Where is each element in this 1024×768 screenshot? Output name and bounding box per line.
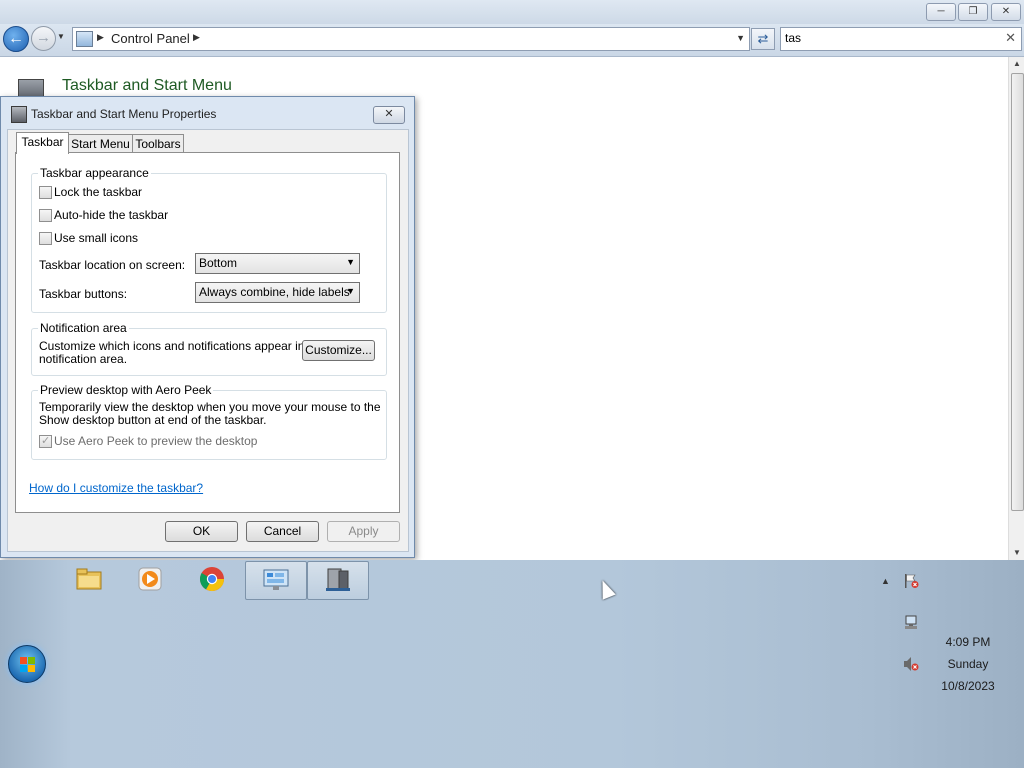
clear-search-icon[interactable]: ✕	[1005, 30, 1016, 46]
search-input[interactable]	[785, 29, 995, 47]
windows-logo-icon	[20, 665, 27, 672]
checkbox-box[interactable]	[39, 209, 52, 222]
aero-peek-description: Temporarily view the desktop when you mo…	[39, 401, 381, 427]
cancel-button[interactable]: Cancel	[246, 521, 319, 542]
apply-button[interactable]: Apply	[327, 521, 400, 542]
chrome-icon	[199, 567, 224, 592]
forward-button[interactable]: →	[31, 26, 56, 51]
checkbox-label[interactable]: Auto-hide the taskbar	[54, 208, 168, 222]
checkbox-label[interactable]: Lock the taskbar	[54, 185, 142, 199]
ok-button[interactable]: OK	[165, 521, 238, 542]
tab-toolbars[interactable]: Toolbars	[132, 134, 184, 153]
vertical-scrollbar[interactable]: ▲ ▼	[1008, 57, 1024, 560]
address-dropdown-icon[interactable]: ▼	[736, 33, 745, 43]
scrollbar-thumb[interactable]	[1011, 73, 1024, 511]
checkbox-label[interactable]: Use Aero Peek to preview the desktop	[54, 434, 257, 448]
search-box[interactable]: ✕	[780, 27, 1022, 51]
tab-taskbar[interactable]: Taskbar	[16, 132, 69, 154]
dialog-title: Taskbar and Start Menu Properties	[31, 107, 217, 121]
recent-pages-dropdown[interactable]: ▼	[57, 32, 65, 41]
back-button[interactable]: ←	[3, 26, 29, 52]
show-hidden-icons-button[interactable]: ▲	[881, 576, 890, 586]
folder-icon	[76, 568, 102, 590]
dialog-close-button[interactable]: ✕	[373, 106, 405, 124]
taskbar-explorer-button[interactable]	[59, 561, 119, 598]
group-title: Notification area	[38, 321, 129, 335]
help-link[interactable]: How do I customize the taskbar?	[29, 481, 203, 495]
chevron-down-icon[interactable]: ▼	[346, 257, 355, 267]
media-player-icon	[138, 567, 162, 591]
taskbar-buttons-select[interactable]: Always combine, hide labels ▼	[195, 282, 360, 303]
checkbox-box[interactable]	[39, 232, 52, 245]
window-titlebar: ─ ❐ ✕	[0, 0, 1024, 24]
notification-description: Customize which icons and notifications …	[39, 340, 325, 366]
group-title: Taskbar appearance	[38, 166, 151, 180]
clock-date[interactable]: 10/8/2023	[928, 679, 1008, 693]
taskbar-location-label: Taskbar location on screen:	[39, 258, 186, 272]
scroll-up-icon[interactable]: ▲	[1009, 59, 1024, 68]
checkbox-label[interactable]: Use small icons	[54, 231, 138, 245]
tab-start-menu[interactable]: Start Menu	[68, 134, 133, 153]
start-button[interactable]	[8, 645, 46, 683]
close-button[interactable]: ✕	[991, 3, 1021, 21]
taskbar-media-player-button[interactable]	[120, 561, 180, 598]
clock-day[interactable]: Sunday	[928, 657, 1008, 671]
dialog-titlebar[interactable]: Taskbar and Start Menu Properties ✕	[1, 97, 414, 129]
taskbar-chrome-button[interactable]	[182, 561, 242, 598]
taskbar-buttons-label: Taskbar buttons:	[39, 287, 128, 301]
refresh-button[interactable]: ⇄	[751, 28, 775, 50]
breadcrumb-control-panel[interactable]: Control Panel	[111, 31, 190, 46]
address-bar[interactable]: ▶ Control Panel ▶ ▼	[72, 27, 750, 51]
windows-logo-icon	[28, 657, 35, 664]
taskbar-control-panel-button[interactable]	[245, 561, 307, 600]
page-title[interactable]: Taskbar and Start Menu	[62, 77, 232, 95]
checkbox-box[interactable]	[39, 434, 52, 448]
taskbar-location-select[interactable]: Bottom ▼	[195, 253, 360, 274]
taskbar-properties-icon	[11, 106, 27, 123]
customize-button[interactable]: Customize...	[302, 340, 375, 361]
windows-logo-icon	[28, 665, 35, 672]
breadcrumb-arrow-icon[interactable]: ▶	[97, 32, 104, 43]
chevron-down-icon[interactable]: ▼	[346, 286, 355, 296]
action-center-flag-icon[interactable]	[903, 573, 919, 589]
group-title: Preview desktop with Aero Peek	[38, 383, 214, 397]
windows-logo-icon	[20, 657, 27, 664]
control-panel-icon	[263, 569, 289, 590]
checkbox-box[interactable]	[39, 186, 52, 199]
control-panel-icon	[76, 31, 93, 47]
taskbar-properties-button[interactable]	[307, 561, 369, 600]
network-icon[interactable]	[903, 615, 919, 631]
description-line: notification area.	[39, 352, 128, 366]
navigation-bar: ← → ▼ ▶ Control Panel ▶ ▼ ⇄ ✕	[0, 24, 1024, 57]
minimize-button[interactable]: ─	[926, 3, 956, 21]
restore-button[interactable]: ❐	[958, 3, 988, 21]
breadcrumb-arrow-icon[interactable]: ▶	[193, 32, 200, 43]
select-value: Bottom	[199, 256, 238, 270]
scroll-down-icon[interactable]: ▼	[1009, 548, 1024, 557]
volume-muted-icon[interactable]	[903, 656, 919, 672]
clock-time[interactable]: 4:09 PM	[928, 635, 1008, 649]
taskbar: ▲ 4:09 PM Sunday 10/8/2023	[0, 560, 1024, 768]
select-value: Always combine, hide labels	[199, 285, 350, 299]
taskbar-properties-dialog: Taskbar and Start Menu Properties ✕ Task…	[0, 96, 415, 558]
description-line: Show desktop button at end of the taskba…	[39, 413, 267, 427]
taskbar-properties-icon	[326, 568, 350, 591]
